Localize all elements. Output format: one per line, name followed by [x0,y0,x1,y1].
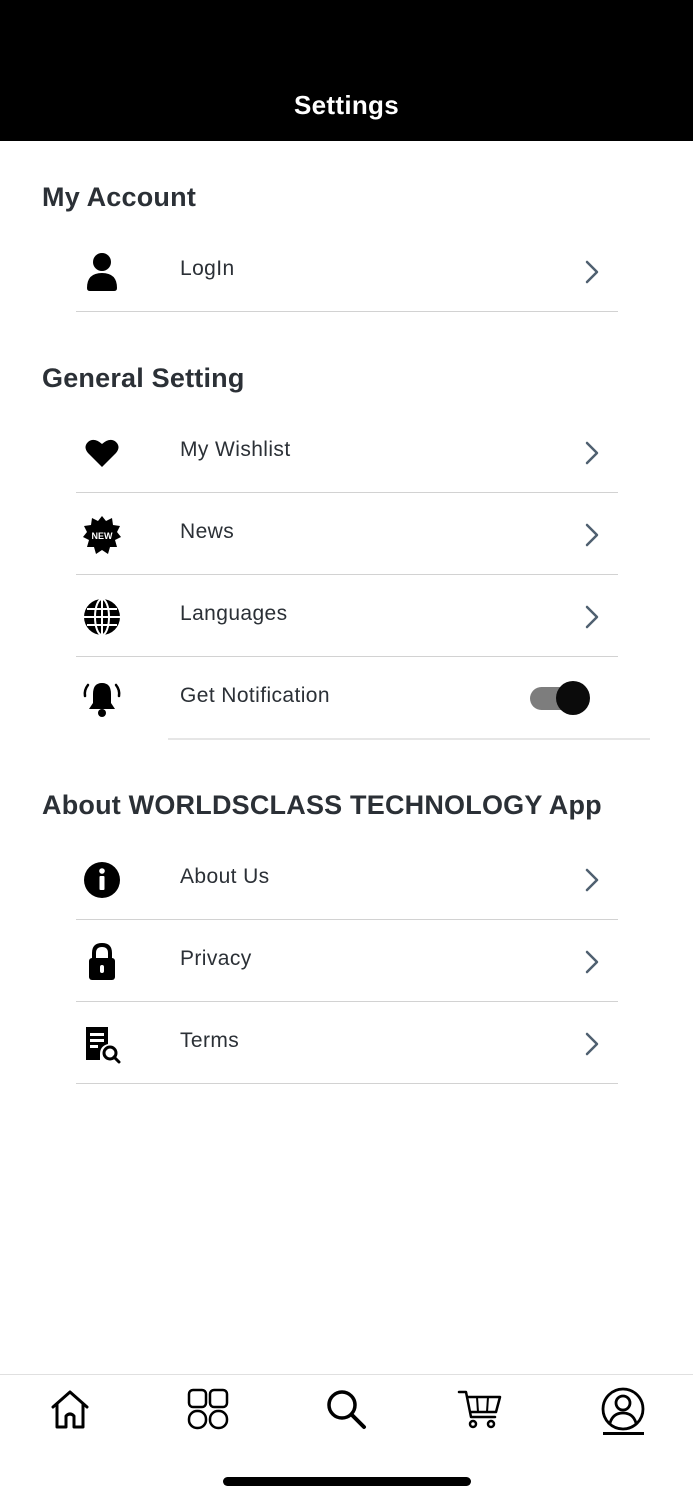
tab-search[interactable] [322,1385,370,1433]
settings-item-label: About Us [180,865,270,888]
chevron-right-icon [585,1032,599,1056]
profile-icon [601,1387,645,1431]
settings-item-label: Terms [180,1029,240,1052]
grid-icon [187,1388,229,1430]
tab-account[interactable] [599,1385,647,1433]
settings-item-terms[interactable]: Terms [76,1002,618,1084]
settings-item-news[interactable]: NEW News [76,493,618,575]
search-icon [327,1390,366,1429]
section-title-my-account: My Account [42,182,197,212]
chevron-right-icon [585,868,599,892]
home-icon [51,1390,89,1429]
new-badge-text: NEW [92,531,114,541]
chevron-right-icon [585,605,599,629]
cart-icon [457,1390,502,1429]
globe-icon [80,595,124,639]
chevron-right-icon [585,523,599,547]
settings-item-about-us[interactable]: About Us [76,838,618,920]
settings-item-privacy[interactable]: Privacy [76,920,618,1002]
bell-icon [80,677,124,721]
new-badge-icon: NEW [80,513,124,557]
home-indicator [223,1477,471,1486]
active-tab-indicator [603,1432,644,1435]
tab-cart[interactable] [456,1385,504,1433]
settings-item-label: News [180,520,235,543]
user-icon [80,250,124,294]
chevron-right-icon [585,950,599,974]
info-icon [80,858,124,902]
toggle-knob [556,681,590,715]
settings-item-label: Languages [180,602,288,625]
settings-item-wishlist[interactable]: My Wishlist [76,411,618,493]
section-title-general-setting: General Setting [42,363,245,393]
heart-icon [80,431,124,475]
tab-categories[interactable] [184,1385,232,1433]
settings-item-languages[interactable]: Languages [76,575,618,657]
divider [76,310,618,312]
chevron-right-icon [585,260,599,284]
settings-item-login[interactable]: LogIn [76,230,618,312]
chevron-right-icon [585,441,599,465]
notification-toggle[interactable] [530,681,592,715]
app-header: Settings [0,0,693,141]
divider [76,1082,618,1084]
settings-item-label: Get Notification [180,684,330,707]
settings-item-label: LogIn [180,257,235,280]
divider [168,738,650,740]
tab-home[interactable] [46,1385,94,1433]
lock-icon [80,940,124,984]
settings-item-label: Privacy [180,947,252,970]
settings-item-label: My Wishlist [180,438,291,461]
document-search-icon [80,1022,124,1066]
page-title: Settings [294,90,399,120]
section-title-about: About WORLDSCLASS TECHNOLOGY App [42,790,602,820]
